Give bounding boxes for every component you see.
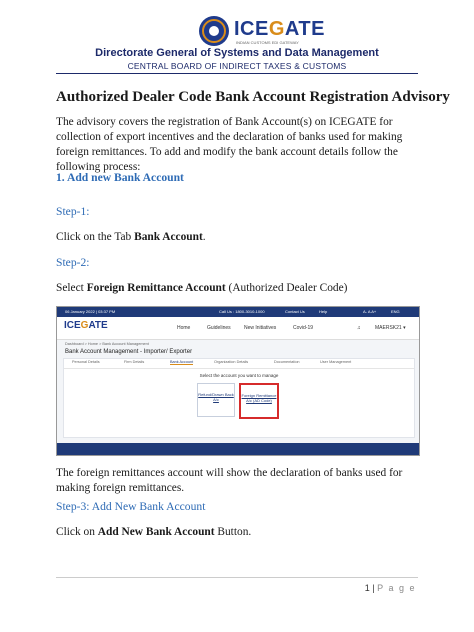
screenshot-nav-home: Home xyxy=(177,325,191,331)
page-header: ICEGATE INDIAN CUSTOMS EDI GATEWAY Direc… xyxy=(0,0,474,80)
step-1-label: Step-1: xyxy=(56,205,90,218)
screenshot-tab-documentation: Documentation xyxy=(274,360,300,364)
document-title: Authorized Dealer Code Bank Account Regi… xyxy=(56,89,450,105)
screenshot-page-title: Bank Account Management - Importer/ Expo… xyxy=(65,349,193,355)
screenshot-tab-personal: Personal Details xyxy=(72,360,100,364)
screenshot-breadcrumb: Dashboard > Home > Bank Account Manageme… xyxy=(65,342,149,346)
screenshot-nav-guidelines: Guidelines xyxy=(207,325,231,331)
icegate-logo: ICEGATE INDIAN CUSTOMS EDI GATEWAY xyxy=(198,14,338,48)
screenshot-account-prompt: Select the account you want to manage xyxy=(199,373,279,378)
page-number: 1 | P a g e xyxy=(364,583,416,593)
department-title: Directorate General of Systems and Data … xyxy=(95,47,379,59)
header-divider xyxy=(56,73,418,74)
screenshot-topbar: 06 January 2022 | 03:37 PM Call Us : 180… xyxy=(57,307,419,317)
foreign-remittance-note: The foreign remittances account will sho… xyxy=(56,467,403,494)
step-2-text: Select Foreign Remittance Account (Autho… xyxy=(56,282,348,294)
emblem-icon xyxy=(199,16,229,46)
logo-tagline: INDIAN CUSTOMS EDI GATEWAY xyxy=(236,40,299,45)
screenshot-tab-organization: Organization Details xyxy=(214,360,249,364)
screenshot-bell-icon: ♫ xyxy=(357,325,361,331)
intro-paragraph: The advisory covers the registration of … xyxy=(56,116,403,173)
screenshot-tab-firm: Firm Details xyxy=(124,360,145,364)
screenshot-refund-card: Refund/Drawn Back A/c xyxy=(197,383,235,417)
board-subtitle: CENTRAL BOARD OF INDIRECT TAXES & CUSTOM… xyxy=(127,61,347,71)
screenshot-user-menu: MAERSK21 ▾ xyxy=(375,325,406,331)
step-2-label: Step-2: xyxy=(56,256,90,269)
screenshot-tabs: Personal Details Firm Details Bank Accou… xyxy=(64,359,414,369)
screenshot-tab-bank-account: Bank Account xyxy=(170,360,194,365)
screenshot-foreign-remittance-card: Foreign Remittance A/c (AD Code) xyxy=(239,383,279,419)
step-3-label: Step-3: Add New Bank Account xyxy=(56,500,206,513)
screenshot-footer-bar xyxy=(57,443,419,455)
screenshot-logo: ICEGATE xyxy=(64,320,108,331)
footer-divider xyxy=(56,577,418,578)
section-heading-add-bank-account: 1. Add new Bank Account xyxy=(56,171,184,184)
screenshot-panel: Personal Details Firm Details Bank Accou… xyxy=(63,358,415,438)
step-1-text: Click on the Tab Bank Account. xyxy=(56,231,206,243)
step-3-text: Click on Add New Bank Account Button. xyxy=(56,526,252,538)
screenshot-tab-user-management: User Management xyxy=(320,360,352,364)
embedded-screenshot: 06 January 2022 | 03:37 PM Call Us : 180… xyxy=(56,306,420,456)
screenshot-nav-covid: Covid-19 xyxy=(293,325,314,331)
screenshot-navbar: ICEGATE Home Guidelines New Initiatives … xyxy=(57,317,419,340)
screenshot-nav-initiatives: New Initiatives xyxy=(244,325,277,331)
